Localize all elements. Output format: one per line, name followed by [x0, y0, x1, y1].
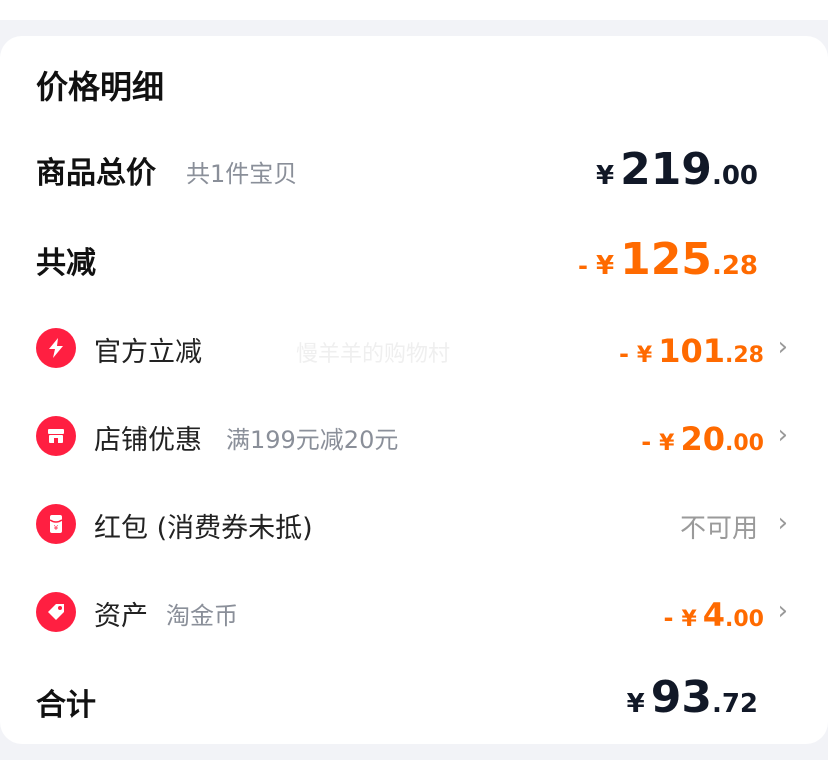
- price-integer: 219: [620, 144, 712, 195]
- price-integer: 20: [680, 420, 726, 458]
- goods-total-price: ¥ 219 .00: [596, 144, 758, 195]
- goods-count: 共1件宝贝: [186, 160, 298, 188]
- shop-discount-price[interactable]: - ¥ 20 .00: [641, 420, 764, 458]
- currency-symbol: ¥: [659, 431, 675, 456]
- price-integer: 4: [702, 596, 726, 634]
- currency-symbol: ¥: [681, 607, 697, 632]
- chevron-right-icon[interactable]: ›: [778, 332, 788, 362]
- chevron-right-icon[interactable]: ›: [778, 596, 788, 626]
- price-detail-card: 价格明细 商品总价 共1件宝贝 ¥ 219 .00 共减 - ¥ 125 .28…: [0, 36, 828, 744]
- price-decimal: .72: [711, 689, 758, 719]
- official-discount-label: 官方立减: [94, 337, 202, 368]
- total-price: ¥ 93 .72: [627, 672, 758, 723]
- currency-symbol: ¥: [636, 343, 653, 368]
- currency-symbol: ¥: [595, 161, 615, 191]
- currency-symbol: ¥: [595, 251, 615, 281]
- shop-icon: [36, 416, 76, 456]
- assets-price[interactable]: - ¥ 4 .00: [663, 596, 764, 634]
- price-decimal: .28: [711, 251, 758, 281]
- svg-text:¥: ¥: [54, 524, 59, 532]
- tag-icon: [36, 592, 76, 632]
- watermark: 慢羊羊的购物村: [296, 342, 451, 367]
- assets-label: 资产: [94, 601, 148, 632]
- currency-symbol: ¥: [626, 689, 645, 719]
- discount-total-label: 共减: [36, 246, 96, 281]
- minus-sign: -: [618, 340, 629, 368]
- red-packet-status[interactable]: 不可用: [680, 508, 758, 545]
- minus-sign: -: [641, 428, 652, 456]
- price-integer: 101: [658, 332, 726, 370]
- top-strip: [0, 0, 828, 20]
- page-title: 价格明细: [36, 68, 165, 106]
- price-integer: 93: [650, 672, 712, 723]
- red-envelope-icon: ¥: [36, 504, 76, 544]
- goods-total-label: 商品总价: [36, 156, 156, 191]
- official-discount-price[interactable]: - ¥ 101 .28: [619, 332, 764, 370]
- total-label: 合计: [36, 688, 96, 723]
- price-decimal: .28: [725, 343, 764, 368]
- price-integer: 125: [620, 234, 712, 285]
- price-decimal: .00: [725, 607, 764, 632]
- chevron-right-icon[interactable]: ›: [778, 508, 788, 538]
- assets-type: 淘金币: [166, 602, 238, 630]
- discount-total-price: - ¥ 125 .28: [578, 234, 758, 285]
- price-decimal: .00: [725, 431, 764, 456]
- price-decimal: .00: [711, 161, 758, 191]
- minus-sign: -: [663, 604, 674, 632]
- chevron-right-icon[interactable]: ›: [778, 420, 788, 450]
- red-packet-label: 红包 (消费券未抵): [94, 513, 313, 544]
- lightning-icon: [36, 328, 76, 368]
- shop-discount-label: 店铺优惠: [94, 425, 202, 456]
- minus-sign: -: [578, 252, 588, 280]
- shop-discount-rule: 满199元减20元: [226, 426, 399, 454]
